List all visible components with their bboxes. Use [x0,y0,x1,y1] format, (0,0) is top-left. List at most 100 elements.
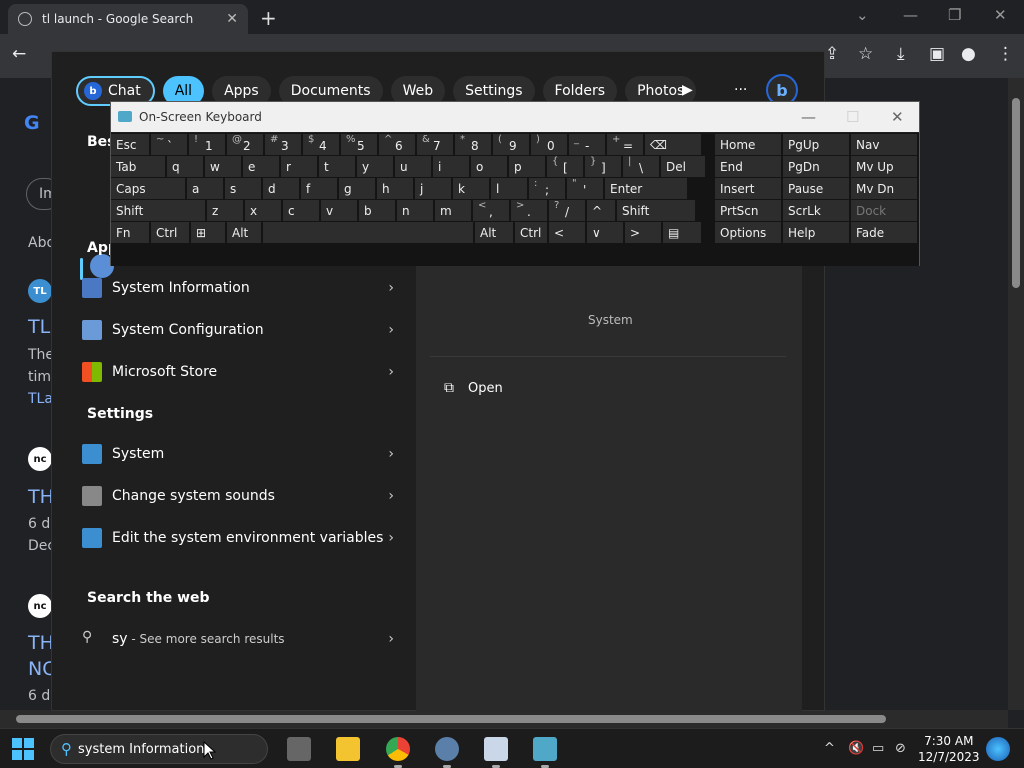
settings-gear-icon[interactable] [435,737,459,761]
chevron-right-icon[interactable]: › [388,631,394,647]
osk-key[interactable]: f [301,178,337,199]
osk-key[interactable]: ⊞ [191,222,225,243]
chevron-right-icon[interactable]: › [388,280,394,296]
osk-key[interactable]: z [207,200,243,221]
osk-key[interactable]: y [357,156,393,177]
osk-key[interactable]: ^ [587,200,615,221]
system-information-icon[interactable] [484,737,508,761]
osk-key[interactable]: Help [783,222,849,243]
chevron-down-icon[interactable]: ⌄ [856,6,869,24]
osk-key[interactable]: k [453,178,489,199]
osk-key[interactable]: % 5 [341,134,377,155]
chevron-right-icon[interactable]: › [388,488,394,504]
osk-key[interactable]: x [245,200,281,221]
osk-key[interactable]: Alt [227,222,261,243]
app-system-information[interactable]: System Information › [82,278,394,298]
osk-key[interactable]: }] [585,156,621,177]
osk-key[interactable]: PgUp [783,134,849,155]
copilot-icon[interactable] [986,737,1010,761]
osk-key[interactable]: j [415,178,451,199]
osk-key[interactable]: PrtScn [715,200,781,221]
osk-key[interactable]: Nav [851,134,917,155]
chevron-right-icon[interactable]: › [388,322,394,338]
osk-key[interactable]: t [319,156,355,177]
osk-key[interactable] [263,222,473,243]
osk-key[interactable]: (9 [493,134,529,155]
web-search-result[interactable]: ⚲ sy - See more search results › [82,629,394,649]
osk-key[interactable]: & 7 [417,134,453,155]
osk-key[interactable]: Shift [617,200,695,221]
osk-key[interactable]: Dock [851,200,917,221]
osk-key[interactable]: Enter [605,178,687,199]
osk-key[interactable]: b [359,200,395,221]
osk-key[interactable]: > [625,222,661,243]
osk-key[interactable]: Del [661,156,705,177]
no-network-icon[interactable]: ⊘ [895,741,906,756]
osk-key[interactable]: Pause [783,178,849,199]
osk-key[interactable]: ScrLk [783,200,849,221]
osk-key[interactable]: ⌫ [645,134,701,155]
minimize-button[interactable]: — [903,6,918,24]
osk-key[interactable]: i [433,156,469,177]
osk-key[interactable]: ? / [549,200,585,221]
osk-key[interactable]: h [377,178,413,199]
chevron-right-icon[interactable]: › [388,530,394,546]
osk-key[interactable]: Ctrl [515,222,547,243]
osk-key[interactable]: c [283,200,319,221]
osk-key[interactable]: q [167,156,203,177]
result-link[interactable]: TLa [28,391,53,407]
scroll-thumb[interactable] [16,715,886,723]
file-explorer-icon[interactable] [336,737,360,761]
app-system-configuration[interactable]: System Configuration › [82,320,394,340]
vertical-scrollbar[interactable] [1008,78,1024,710]
osk-key[interactable]: :; [529,178,565,199]
back-arrow-icon[interactable]: ← [12,44,26,64]
osk-key[interactable]: >. [511,200,547,221]
close-window-button[interactable]: ✕ [994,6,1007,24]
osk-key[interactable]: End [715,156,781,177]
download-icon[interactable]: ⤓ [897,44,905,64]
osk-key[interactable]: Tab [111,156,165,177]
osk-key[interactable]: #3 [265,134,301,155]
osk-key[interactable]: * 8 [455,134,491,155]
osk-key[interactable]: $4 [303,134,339,155]
osk-key[interactable]: Fn [111,222,149,243]
osk-minimize-button[interactable]: — [801,108,816,126]
osk-key[interactable]: Shift [111,200,205,221]
osk-key[interactable]: " ' [567,178,603,199]
result-title[interactable]: TL [28,316,50,338]
osk-key[interactable]: Insert [715,178,781,199]
osk-key[interactable]: Alt [475,222,513,243]
side-panel-icon[interactable]: ▣ [929,44,945,64]
tab-close-icon[interactable]: ✕ [226,11,238,27]
setting-system[interactable]: System › [82,444,394,464]
restore-button[interactable]: ❐ [948,6,961,24]
osk-key[interactable]: ▤ [663,222,701,243]
osk-key[interactable]: {[ [547,156,583,177]
menu-dots-icon[interactable]: ⋮ [997,44,1014,64]
more-icon[interactable]: ··· [734,82,747,98]
osk-key[interactable]: p [509,156,545,177]
osk-key[interactable]: Mv Up [851,156,917,177]
taskbar-search-input[interactable]: ⚲ system Information [50,734,268,764]
play-icon[interactable]: ▶ [682,82,693,98]
chrome-icon[interactable] [386,737,410,761]
osk-maximize-button[interactable]: ☐ [846,108,859,126]
osk-key[interactable]: | \ [623,156,659,177]
browser-tab[interactable]: tl launch - Google Search ✕ [8,4,248,34]
osk-key[interactable]: w [205,156,241,177]
osk-key[interactable]: + = [607,134,643,155]
scroll-thumb[interactable] [1012,98,1020,288]
osk-key[interactable]: ^ 6 [379,134,415,155]
profile-icon[interactable]: ● [961,44,976,64]
osk-key[interactable]: PgDn [783,156,849,177]
osk-key[interactable]: Caps [111,178,185,199]
osk-key[interactable]: d [263,178,299,199]
new-tab-button[interactable]: + [260,6,277,30]
osk-key[interactable]: l [491,178,527,199]
osk-key[interactable]: o [471,156,507,177]
osk-key[interactable]: u [395,156,431,177]
osk-key[interactable]: Ctrl [151,222,189,243]
osk-close-button[interactable]: ✕ [891,108,904,126]
open-action[interactable]: ⧉ Open [444,380,503,396]
